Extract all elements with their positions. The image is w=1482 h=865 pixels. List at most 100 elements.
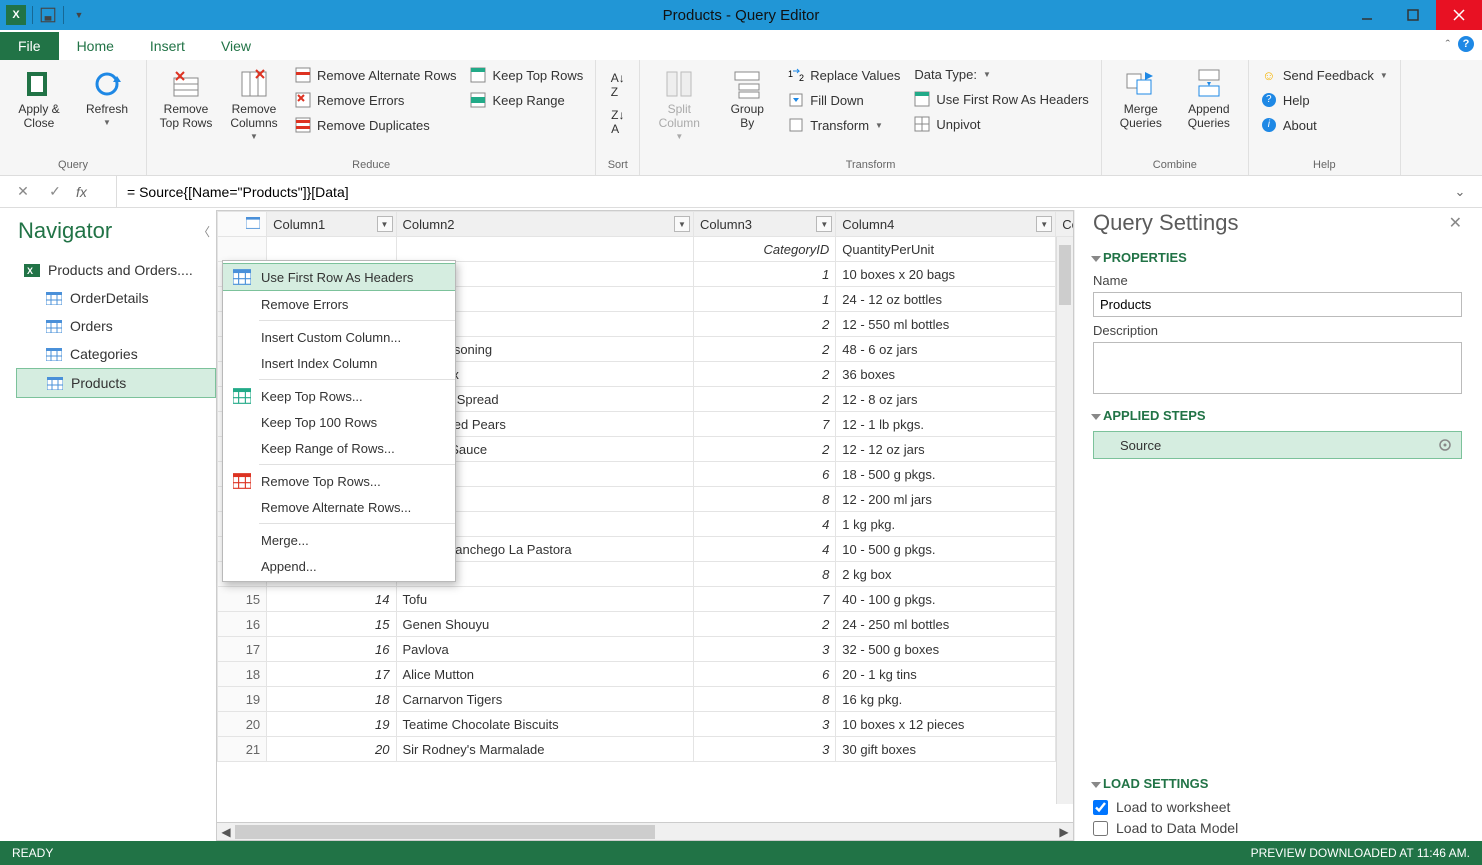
- column-header[interactable]: Column4▼: [836, 212, 1056, 237]
- nav-item-orderdetails[interactable]: OrderDetails: [16, 284, 216, 312]
- sort-desc-button[interactable]: Z↓A: [607, 105, 628, 139]
- group-by-button[interactable]: Group By: [716, 64, 778, 134]
- column-header[interactable]: Column2▼: [396, 212, 694, 237]
- applied-step-source[interactable]: Source: [1093, 431, 1462, 459]
- ctx-item[interactable]: Insert Custom Column...: [223, 324, 455, 350]
- table-row[interactable]: 2019Teatime Chocolate Biscuits310 boxes …: [218, 712, 1075, 737]
- description-label: Description: [1093, 323, 1462, 338]
- data-type-button[interactable]: Data Type: ▼: [910, 64, 1092, 85]
- minimize-button[interactable]: [1344, 0, 1390, 30]
- nav-item-products[interactable]: Products: [16, 368, 216, 398]
- maximize-button[interactable]: [1390, 0, 1436, 30]
- transform-menu-button[interactable]: Transform ▼: [784, 114, 904, 136]
- svg-text:1: 1: [788, 69, 793, 79]
- name-label: Name: [1093, 273, 1462, 288]
- ctx-item[interactable]: Remove Errors: [223, 291, 455, 317]
- svg-text:X: X: [27, 266, 33, 276]
- cancel-formula-icon[interactable]: ✕: [12, 183, 34, 200]
- table-context-menu: Use First Row As HeadersRemove Errors Ins…: [222, 260, 456, 582]
- close-settings-icon[interactable]: ✕: [1449, 213, 1462, 233]
- column-header[interactable]: Column5▼: [1056, 212, 1074, 237]
- table-icon: [46, 320, 62, 333]
- refresh-button[interactable]: Refresh ▼: [76, 64, 138, 131]
- ctx-item[interactable]: Insert Index Column: [223, 350, 455, 376]
- description-input[interactable]: [1093, 342, 1462, 394]
- nav-item-orders[interactable]: Orders: [16, 312, 216, 340]
- load-to-worksheet-checkbox[interactable]: Load to worksheet: [1093, 799, 1462, 815]
- ctx-item[interactable]: Remove Top Rows...: [223, 468, 455, 494]
- horizontal-scrollbar[interactable]: ◀▶: [216, 823, 1074, 841]
- fx-icon[interactable]: fx: [76, 184, 106, 200]
- remove-duplicates-button[interactable]: Remove Duplicates: [291, 114, 460, 136]
- keep-top-rows-button[interactable]: Keep Top Rows: [466, 64, 587, 86]
- navigator-panel: Navigator 〈 XProducts and Orders....Orde…: [10, 210, 216, 841]
- collapse-navigator-icon[interactable]: 〈: [198, 223, 210, 240]
- remove-columns-button[interactable]: Remove Columns ▼: [223, 64, 285, 145]
- keep-range-button[interactable]: Keep Range: [466, 89, 587, 111]
- expand-formula-icon[interactable]: ⌄: [1450, 184, 1470, 200]
- column-header[interactable]: Column3▼: [694, 212, 836, 237]
- column-filter-icon[interactable]: ▼: [1036, 216, 1052, 232]
- table-row[interactable]: CategoryIDQuantityPerUnitUnitPriceU: [218, 237, 1075, 262]
- ctx-item[interactable]: Remove Alternate Rows...: [223, 494, 455, 520]
- ctx-item[interactable]: Keep Top Rows...: [223, 383, 455, 409]
- ctx-item[interactable]: Use First Row As Headers: [223, 263, 455, 291]
- settings-title: Query Settings: [1093, 210, 1239, 236]
- tab-home[interactable]: Home: [59, 32, 132, 60]
- column-filter-icon[interactable]: ▼: [816, 216, 832, 232]
- ctx-item[interactable]: Append...: [223, 553, 455, 579]
- append-queries-button[interactable]: Append Queries: [1178, 64, 1240, 134]
- column-header[interactable]: Column1▼: [267, 212, 396, 237]
- column-filter-icon[interactable]: ▼: [377, 216, 393, 232]
- ctx-item[interactable]: Keep Top 100 Rows: [223, 409, 455, 435]
- accept-formula-icon[interactable]: ✓: [44, 183, 66, 200]
- window-title: Products - Query Editor: [663, 7, 820, 24]
- column-filter-icon[interactable]: ▼: [674, 216, 690, 232]
- formula-bar: ✕ ✓ fx ⌄: [0, 176, 1482, 208]
- gear-icon[interactable]: [1437, 437, 1453, 453]
- send-feedback-button[interactable]: ☺Send Feedback ▼: [1257, 64, 1392, 86]
- tab-view[interactable]: View: [203, 32, 269, 60]
- vertical-scrollbar[interactable]: [1056, 237, 1073, 804]
- ribbon: Apply & Close Refresh ▼ Query Remove Top…: [0, 60, 1482, 176]
- query-name-input[interactable]: [1093, 292, 1462, 317]
- remove-top-rows-button[interactable]: Remove Top Rows: [155, 64, 217, 134]
- fill-down-button[interactable]: Fill Down: [784, 89, 904, 111]
- about-button[interactable]: iAbout: [1257, 114, 1392, 136]
- tab-insert[interactable]: Insert: [132, 32, 203, 60]
- table-row[interactable]: 1514Tofu740 - 100 g pkgs.23.25: [218, 587, 1075, 612]
- nav-root[interactable]: XProducts and Orders....: [16, 256, 216, 284]
- status-bar: READY PREVIEW DOWNLOADED AT 11:46 AM.: [0, 841, 1482, 865]
- help-icon[interactable]: ?: [1458, 36, 1474, 52]
- use-first-row-headers-button[interactable]: Use First Row As Headers: [910, 88, 1092, 110]
- table-row[interactable]: 2120Sir Rodney's Marmalade330 gift boxes…: [218, 737, 1075, 762]
- qat-dropdown-icon[interactable]: ▼: [70, 6, 88, 24]
- collapse-ribbon-icon[interactable]: ˆ: [1446, 37, 1450, 52]
- merge-queries-button[interactable]: Merge Queries: [1110, 64, 1172, 134]
- table-row[interactable]: 1615Genen Shouyu224 - 250 ml bottles15.5: [218, 612, 1075, 637]
- apply-close-button[interactable]: Apply & Close: [8, 64, 70, 134]
- remove-errors-button[interactable]: Remove Errors: [291, 89, 460, 111]
- load-to-data-model-checkbox[interactable]: Load to Data Model: [1093, 820, 1462, 836]
- close-button[interactable]: [1436, 0, 1482, 30]
- sort-asc-button[interactable]: A↓Z: [607, 68, 629, 102]
- status-ready: READY: [12, 846, 53, 860]
- titlebar: ▼ Products - Query Editor: [0, 0, 1482, 30]
- replace-values-button[interactable]: 12Replace Values: [784, 64, 904, 86]
- split-column-button[interactable]: Split Column ▼: [648, 64, 710, 145]
- ctx-item[interactable]: Keep Range of Rows...: [223, 435, 455, 461]
- tab-file[interactable]: File: [0, 32, 59, 60]
- nav-item-categories[interactable]: Categories: [16, 340, 216, 368]
- formula-input[interactable]: [116, 176, 1440, 207]
- ctx-item[interactable]: Merge...: [223, 527, 455, 553]
- table-row[interactable]: 1716Pavlova332 - 500 g boxes17.45: [218, 637, 1075, 662]
- properties-heading: PROPERTIES: [1093, 250, 1462, 265]
- help-button[interactable]: ?Help: [1257, 89, 1392, 111]
- table-icon: [46, 348, 62, 361]
- table-row[interactable]: 1918Carnarvon Tigers816 kg pkg.62.5: [218, 687, 1075, 712]
- qat-save-icon[interactable]: [39, 6, 57, 24]
- group-label-sort: Sort: [604, 157, 631, 173]
- table-row[interactable]: 1817Alice Mutton620 - 1 kg tins39: [218, 662, 1075, 687]
- remove-alternate-rows-button[interactable]: Remove Alternate Rows: [291, 64, 460, 86]
- unpivot-button[interactable]: Unpivot: [910, 113, 1092, 135]
